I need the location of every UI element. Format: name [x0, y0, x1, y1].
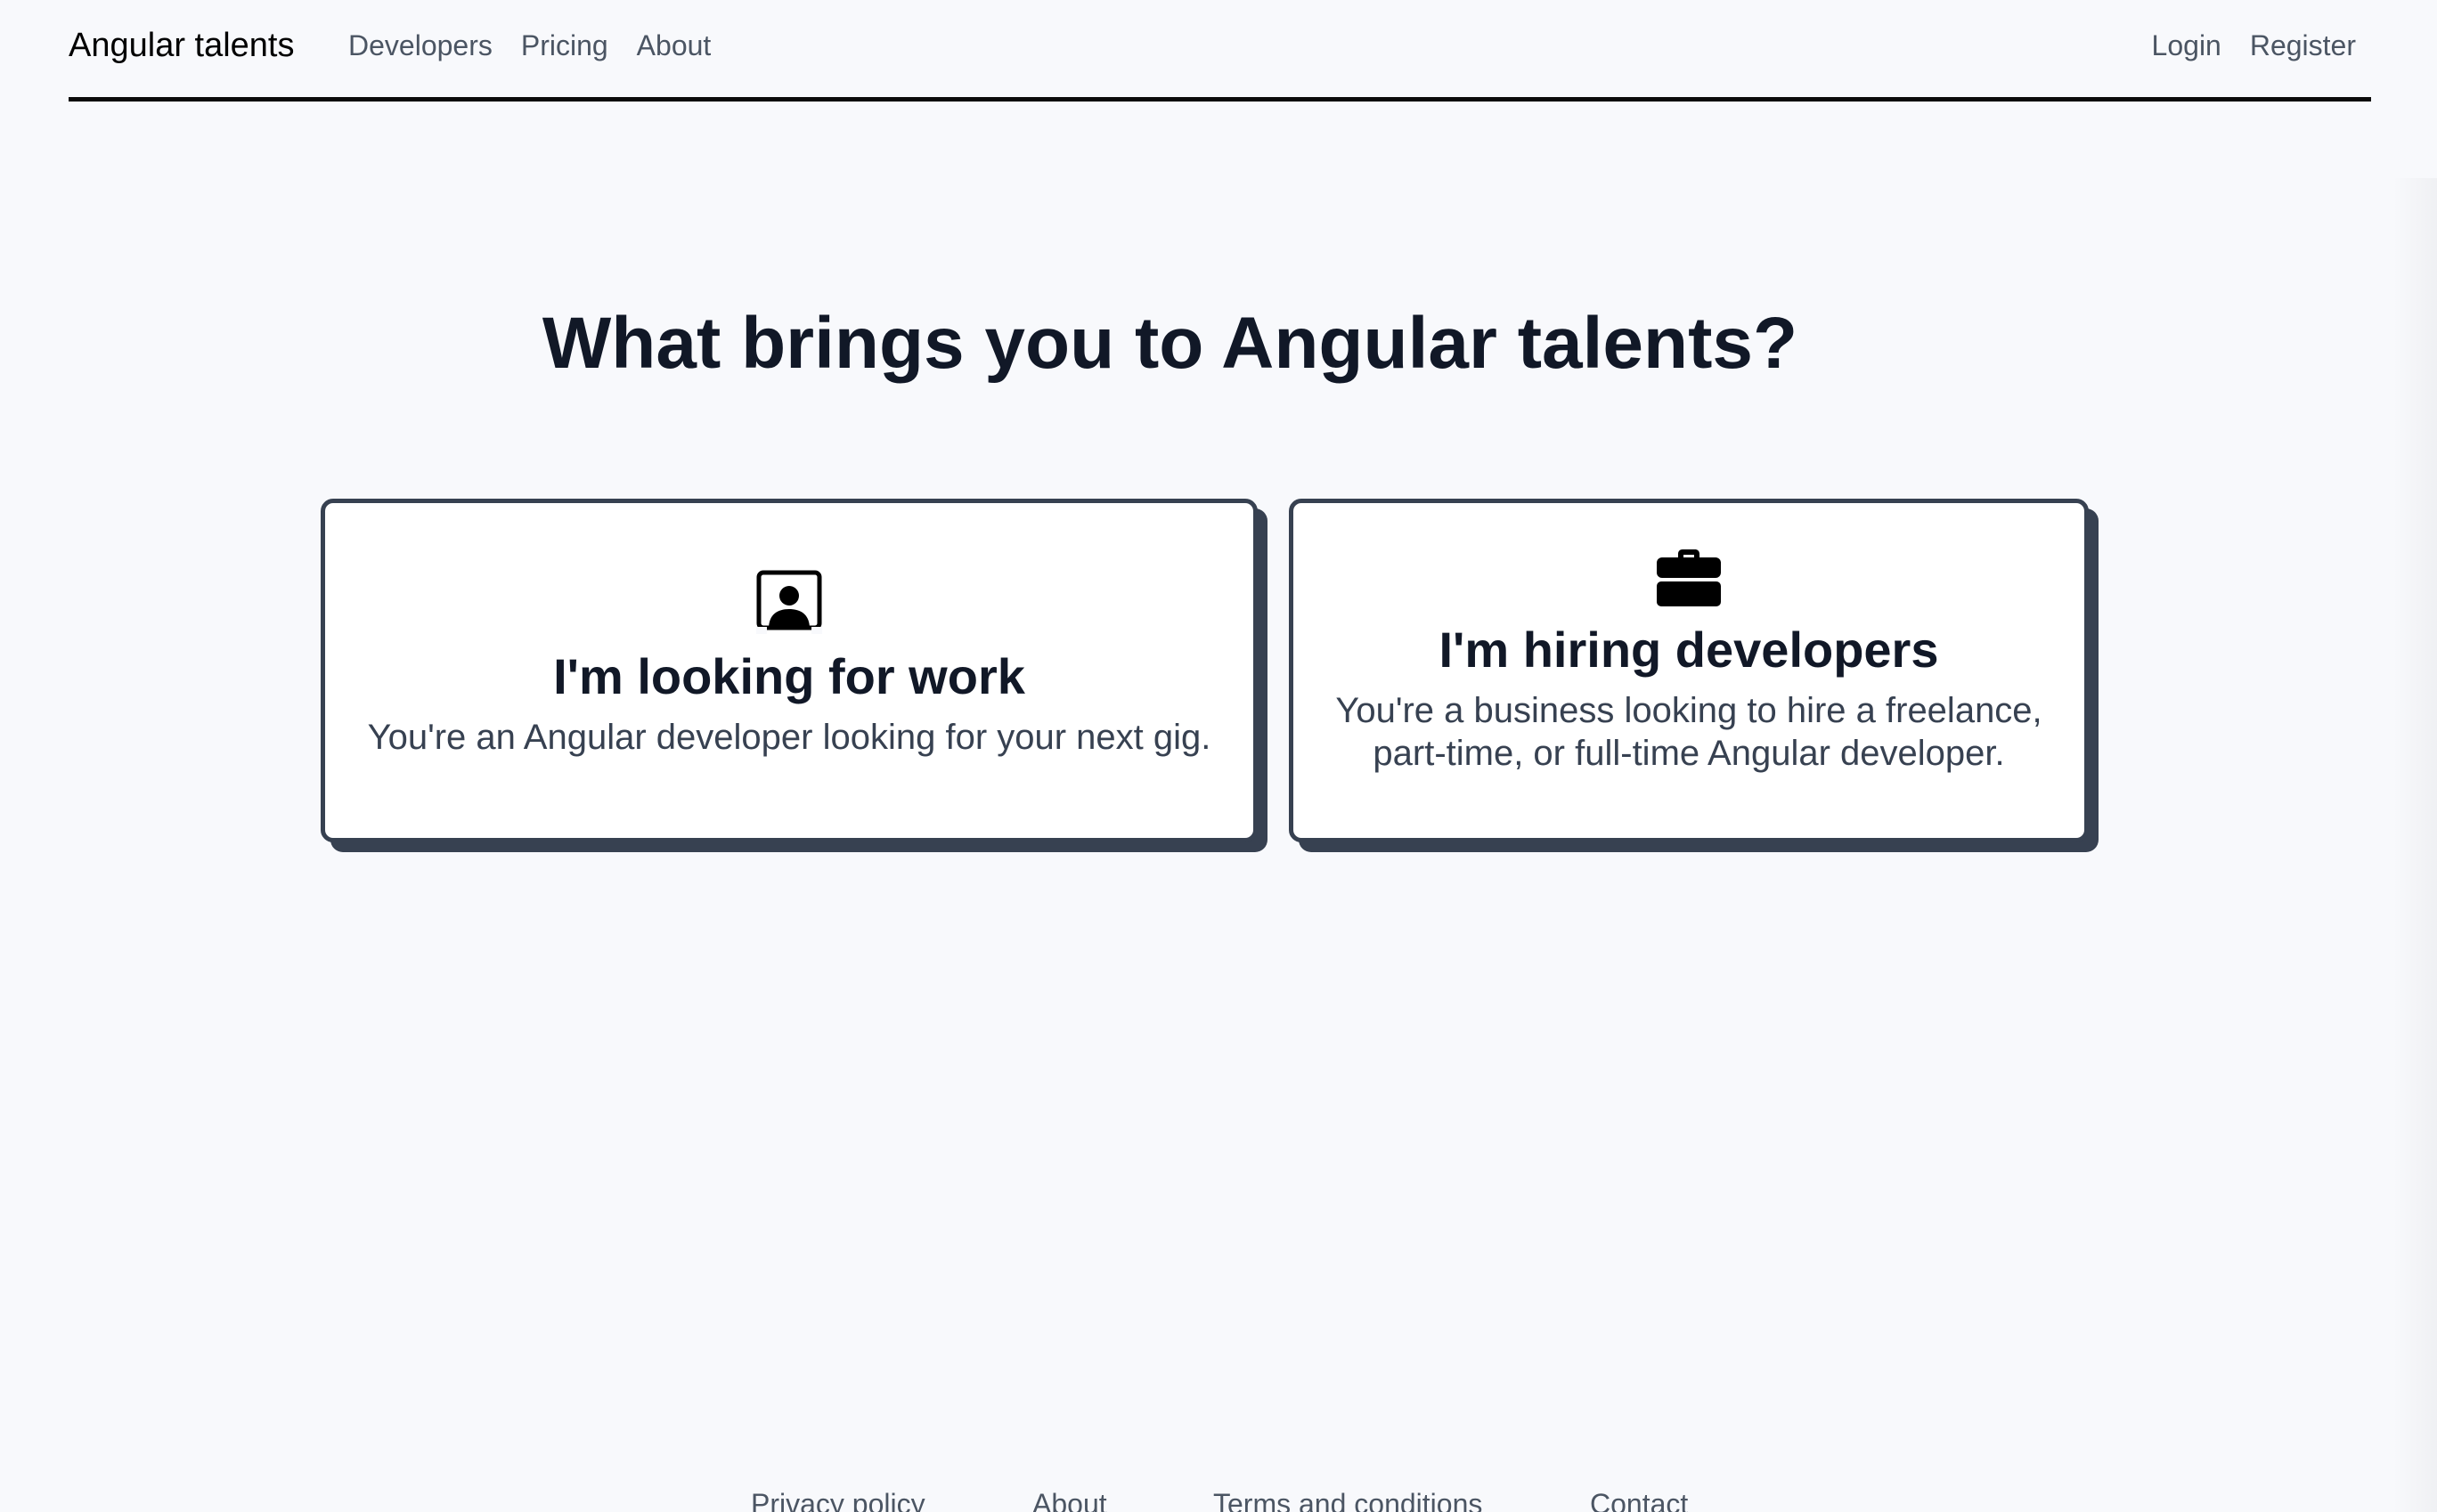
- primary-nav: Developers Pricing About: [348, 27, 711, 64]
- edge-shadow: [2392, 178, 2437, 1512]
- nav-link-about[interactable]: About: [637, 27, 712, 64]
- footer-link-contact[interactable]: Contact: [1590, 1485, 1688, 1512]
- register-link[interactable]: Register: [2250, 27, 2356, 64]
- footer-link-terms-and-conditions[interactable]: Terms and conditions: [1213, 1485, 1482, 1512]
- hiring-developers-heading: I'm hiring developers: [1439, 622, 1939, 678]
- briefcase-icon: [1657, 549, 1721, 606]
- looking-for-work-description: You're an Angular developer looking for …: [367, 718, 1211, 757]
- hiring-developers-card[interactable]: I'm hiring developers You're a business …: [1289, 499, 2089, 842]
- login-link[interactable]: Login: [2152, 27, 2221, 64]
- footer-link-about[interactable]: About: [1032, 1485, 1107, 1512]
- footer: Privacy policy About Terms and condition…: [0, 1485, 2437, 1512]
- nav-link-pricing[interactable]: Pricing: [521, 27, 608, 64]
- top-navbar: Angular talents Developers Pricing About…: [69, 0, 2371, 102]
- person-portrait-icon: [756, 570, 822, 634]
- looking-for-work-card[interactable]: I'm looking for work You're an Angular d…: [321, 499, 1258, 842]
- looking-for-work-heading: I'm looking for work: [553, 648, 1025, 704]
- brand-logo-link[interactable]: Angular talents: [69, 25, 295, 66]
- page: Angular talents Developers Pricing About…: [0, 0, 2437, 1512]
- hiring-developers-description: You're a business looking to hire a free…: [1335, 691, 2042, 773]
- footer-link-privacy-policy[interactable]: Privacy policy: [751, 1485, 925, 1512]
- page-title: What brings you to Angular talents?: [542, 303, 1798, 384]
- account-nav: Login Register: [2152, 27, 2356, 64]
- nav-link-developers[interactable]: Developers: [348, 27, 493, 64]
